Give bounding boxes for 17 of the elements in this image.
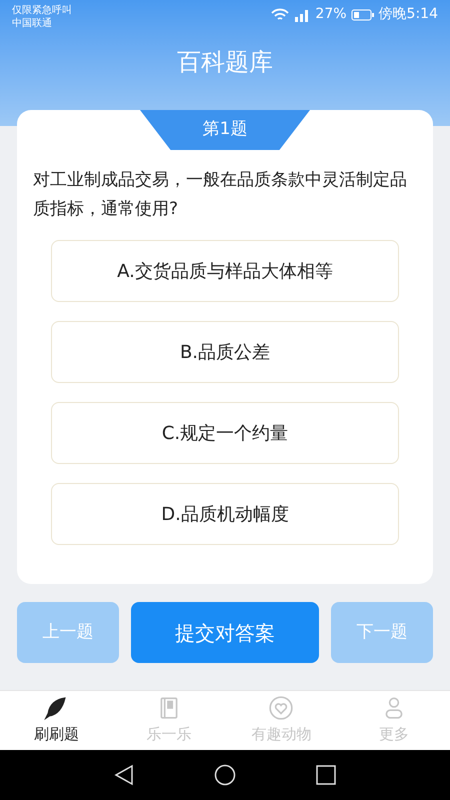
answer-option[interactable]: D.品质机动幅度 — [51, 483, 399, 545]
page-title: 百科题库 — [177, 47, 273, 78]
battery-icon — [350, 8, 375, 20]
tab-item[interactable]: 刷刷题 — [0, 691, 112, 750]
back-icon[interactable] — [114, 764, 134, 786]
answer-option[interactable]: C.规定一个约量 — [51, 402, 399, 464]
recents-icon[interactable] — [316, 765, 336, 785]
answer-option[interactable]: B.品质公差 — [51, 321, 399, 383]
home-icon[interactable] — [214, 764, 236, 786]
question-text: 对工业制成品交易，一般在品质条款中灵活制定品质指标，通常使用? — [32, 169, 408, 221]
clock-time: 傍晚5:14 — [378, 5, 438, 24]
wifi-icon — [271, 8, 290, 22]
submit-button[interactable]: 提交对答案 — [131, 602, 319, 663]
carrier-text: 仅限紧急呼叫 — [12, 4, 72, 17]
carrier-text: 中国联通 — [12, 17, 53, 30]
answer-option[interactable]: A.交货品质与样品大体相等 — [51, 240, 399, 302]
battery-percent: 27% — [315, 5, 347, 24]
